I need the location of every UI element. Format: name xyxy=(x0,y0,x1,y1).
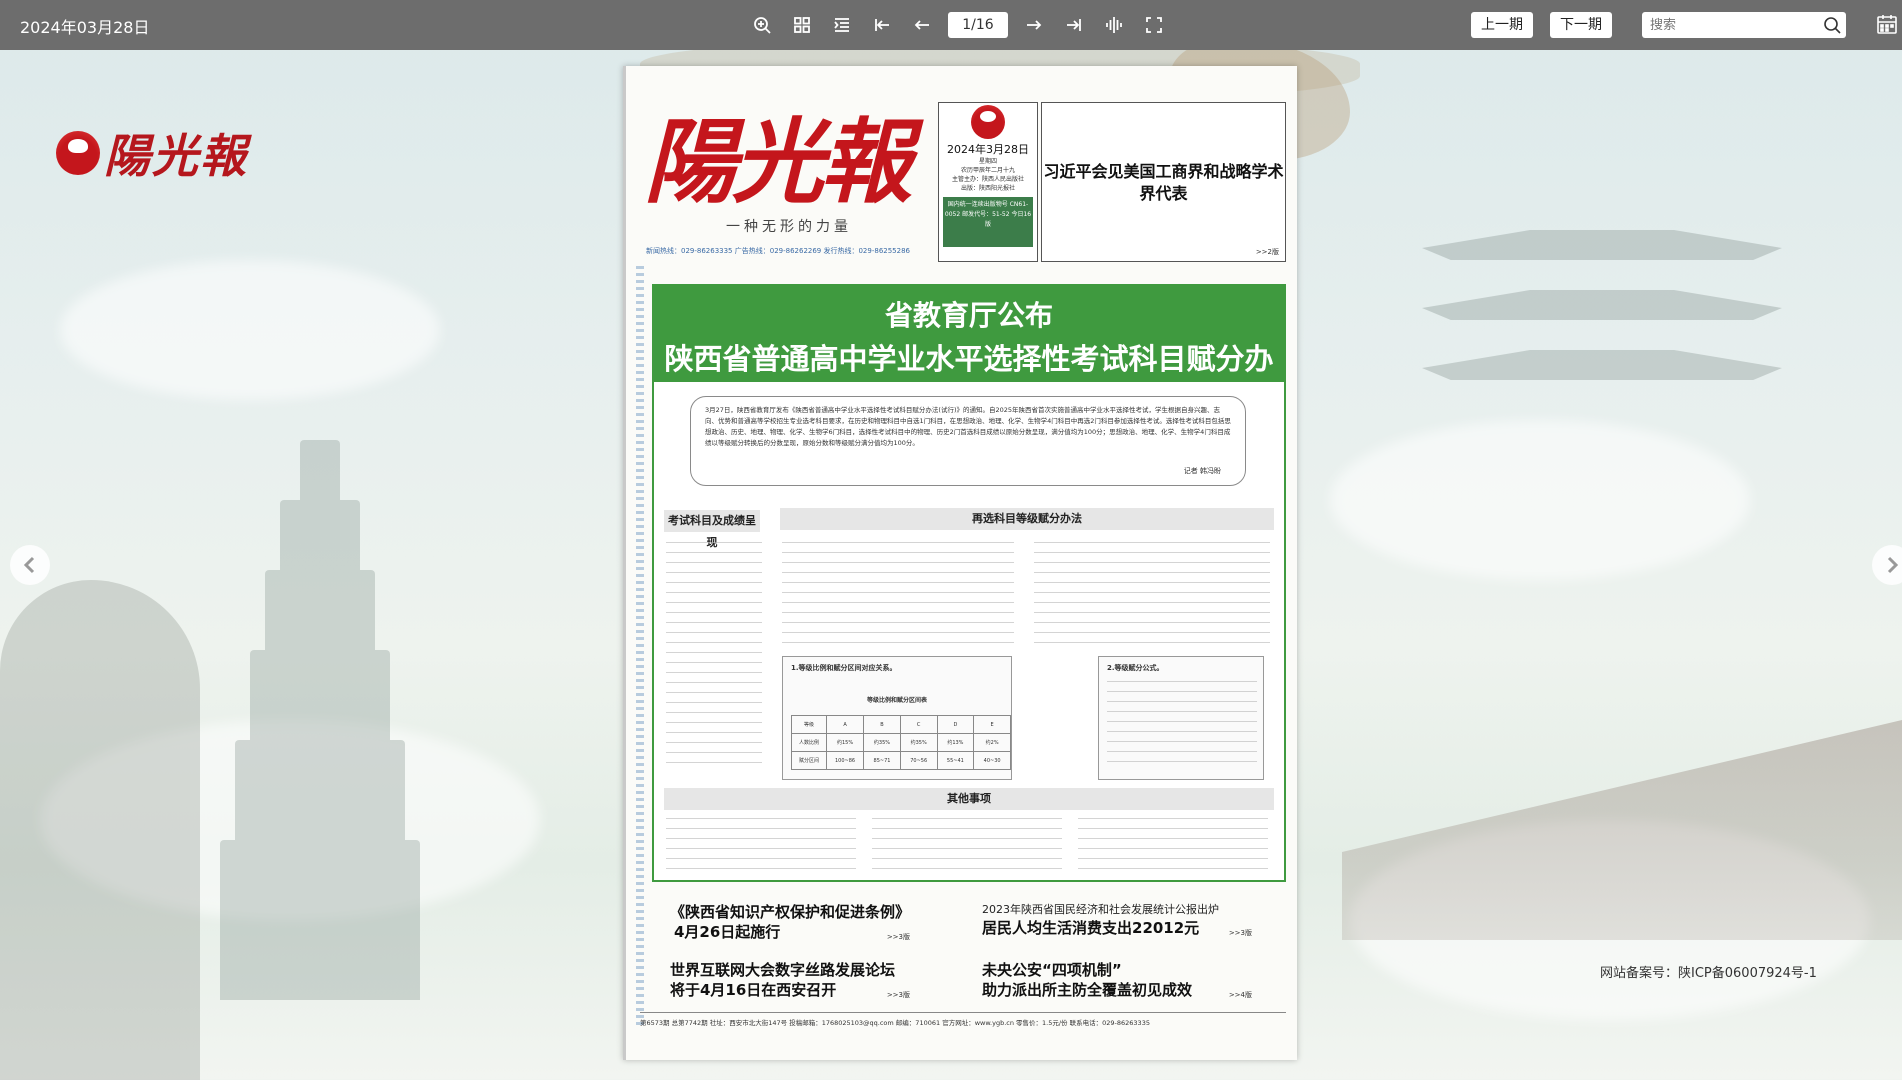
news-item[interactable]: 世界互联网大会数字丝路发展论坛 将于4月16日在西安召开 >>3版 xyxy=(670,960,920,1000)
issue-date: 2024年03月28日 xyxy=(20,18,150,37)
cloud xyxy=(1330,420,1750,580)
zoom-in-icon[interactable] xyxy=(748,11,776,39)
subjects-column-text xyxy=(666,542,762,770)
icp-record[interactable]: 网站备案号：陕ICP备06007924号-1 xyxy=(1600,962,1817,981)
lead-story-title: 习近平会见美国工商界和战略学术界代表 xyxy=(1043,162,1284,203)
news-title-line2: 4月26日起施行 xyxy=(674,923,781,941)
date-box: 2024年3月28日 星期四 农历甲辰年二月十九 主管主办：陕西人民出版社 出版… xyxy=(938,102,1038,262)
other-column-text-2 xyxy=(872,818,1062,874)
paper-date: 2024年3月28日 xyxy=(947,143,1029,156)
sun-logo-icon xyxy=(56,131,100,175)
table-row: 等级 A B C D E xyxy=(791,715,1011,734)
intro-paragraph: 3月27日，陕西省教育厅发布《陕西省普通高中学业水平选择性考试科目赋分办法(试行… xyxy=(690,396,1246,486)
news-item[interactable]: 未央公安“四项机制” 助力派出所主防全覆盖初见成效 >>4版 xyxy=(982,960,1252,1000)
sun-logo-icon xyxy=(971,105,1005,139)
pagoda-image xyxy=(210,440,430,1000)
news-title-line2: 将于4月16日在西安召开 xyxy=(670,981,837,999)
statue-image xyxy=(0,580,200,1080)
publication-number: 国内统一连续出版物号 CN61-0052 邮发代号：51-52 今日16版 xyxy=(943,197,1033,247)
grid-view-icon[interactable] xyxy=(788,11,816,39)
paper-lunar-date: 农历甲辰年二月十九 xyxy=(960,167,1015,174)
lead-story-ref: >>2版 xyxy=(1255,248,1279,256)
news-title-line2: 居民人均生活消费支出22012元 xyxy=(982,919,1200,937)
site-logo[interactable]: 陽光報 xyxy=(56,120,248,186)
section-header-grading: 再选科目等级赋分办法 xyxy=(780,508,1274,530)
news-ref: >>3版 xyxy=(886,991,910,999)
masthead-slogan: 一种无形的力量 xyxy=(726,219,852,235)
cloud xyxy=(1350,820,1870,1020)
grade-formula-title: 2.等级赋分公式。 xyxy=(1107,664,1164,672)
news-title-line1: 世界互联网大会数字丝路发展论坛 xyxy=(670,961,896,979)
news-title-line2: 助力派出所主防全覆盖初见成效 xyxy=(982,981,1193,999)
headline-subtitle: 省教育厅公布 xyxy=(884,299,1053,332)
news-ref: >>3版 xyxy=(886,933,910,941)
grade-formula-box: 2.等级赋分公式。 xyxy=(1098,656,1264,780)
intro-text: 3月27日，陕西省教育厅发布《陕西省普通高中学业水平选择性考试科目赋分办法(试行… xyxy=(705,406,1231,447)
search-box xyxy=(1642,12,1846,38)
hotlines: 新闻热线：029-86263335 广告热线：029-86262269 发行热线… xyxy=(646,247,910,255)
cloud xyxy=(60,260,440,400)
news-item[interactable]: 《陕西省知识产权保护和促进条例》 4月26日起施行 >>3版 xyxy=(670,902,920,942)
paper-weekday: 星期四 xyxy=(978,158,997,165)
site-logo-text: 陽光報 xyxy=(104,129,248,183)
paper-sponsor: 主管主办：陕西人民出版社 xyxy=(951,176,1024,183)
news-title-line1: 《陕西省知识产权保护和促进条例》 xyxy=(670,903,911,921)
paper-publisher: 出版：陕西阳光报社 xyxy=(960,185,1015,192)
grading-column-text-2 xyxy=(1034,542,1270,650)
news-item[interactable]: 2023年陕西省国民经济和社会发展统计公报出炉 居民人均生活消费支出22012元… xyxy=(982,902,1252,938)
news-ref: >>3版 xyxy=(1228,929,1252,937)
calendar-icon[interactable] xyxy=(1876,13,1898,35)
next-page-icon[interactable] xyxy=(1020,11,1048,39)
last-page-icon[interactable] xyxy=(1060,11,1088,39)
headline-banner: 省教育厅公布 陕西省普通高中学业水平选择性考试科目赋分办法(试行) xyxy=(654,286,1284,418)
top-toolbar: 2024年03月28日 上一期 下一期 xyxy=(0,0,1902,50)
next-issue-button[interactable]: 下一期 xyxy=(1550,12,1612,38)
paper-footer: 第6573期 总第7742期 社址：西安市北大街147号 投稿邮箱：176802… xyxy=(640,1012,1286,1027)
grade-table-title: 等级比例和赋分区间表 xyxy=(866,697,927,704)
cloud xyxy=(40,720,540,920)
fullscreen-icon[interactable] xyxy=(1140,11,1168,39)
other-column-text-1 xyxy=(666,818,856,874)
table-row: 赋分区间 100~86 85~71 70~56 55~41 40~30 xyxy=(791,751,1011,770)
news-title-line1: 未央公安“四项机制” xyxy=(982,961,1122,979)
next-page-arrow[interactable] xyxy=(1872,545,1902,585)
previous-page-arrow[interactable] xyxy=(10,545,50,585)
chevron-left-icon xyxy=(23,556,35,574)
audio-wave-icon[interactable] xyxy=(1100,11,1128,39)
lead-story[interactable]: 习近平会见美国工商界和战略学术界代表 >>2版 xyxy=(1041,102,1286,262)
search-input[interactable] xyxy=(1642,12,1812,38)
previous-issue-button[interactable]: 上一期 xyxy=(1471,12,1533,38)
grading-column-text-1 xyxy=(782,542,1014,650)
table-of-contents-icon[interactable] xyxy=(828,11,856,39)
chevron-right-icon xyxy=(1887,556,1899,574)
news-ref: >>4版 xyxy=(1228,991,1252,999)
intro-author: 记者 韩冯盼 xyxy=(1183,467,1221,475)
grade-table: 等级 A B C D E 人数比例 约15% 约35% 约35% 约13% 约2% 赋分区间 100~… xyxy=(791,715,1011,770)
viewer-tools xyxy=(748,11,1180,39)
previous-page-icon[interactable] xyxy=(908,11,936,39)
grade-ratio-title: 1.等级比例和赋分区间对应关系。 xyxy=(791,664,897,672)
city-wall-image xyxy=(1342,720,1902,940)
news-title-line1: 2023年陕西省国民经济和社会发展统计公报出炉 xyxy=(982,903,1219,916)
section-header-subjects: 考试科目及成绩呈现 xyxy=(664,510,760,549)
page-number-input[interactable] xyxy=(948,12,1008,38)
headline-article[interactable]: 省教育厅公布 陕西省普通高中学业水平选择性考试科目赋分办法(试行) 3月27日，… xyxy=(652,284,1286,882)
masthead-title: 陽光報 xyxy=(644,108,912,216)
newspaper-page[interactable]: 陽光報 一种无形的力量 新闻热线：029-86263335 广告热线：029-8… xyxy=(623,66,1297,1060)
section-header-other: 其他事项 xyxy=(664,788,1274,810)
tower-image xyxy=(1422,230,1782,430)
first-page-icon[interactable] xyxy=(868,11,896,39)
other-column-text-3 xyxy=(1078,818,1268,874)
table-row: 人数比例 约15% 约35% 约35% 约13% 约2% xyxy=(791,733,1011,752)
search-icon[interactable] xyxy=(1822,15,1842,35)
page-edge-strip xyxy=(636,266,644,1026)
grade-ratio-box: 1.等级比例和赋分区间对应关系。 等级比例和赋分区间表 等级 A B C D E 人数比例… xyxy=(782,656,1012,780)
